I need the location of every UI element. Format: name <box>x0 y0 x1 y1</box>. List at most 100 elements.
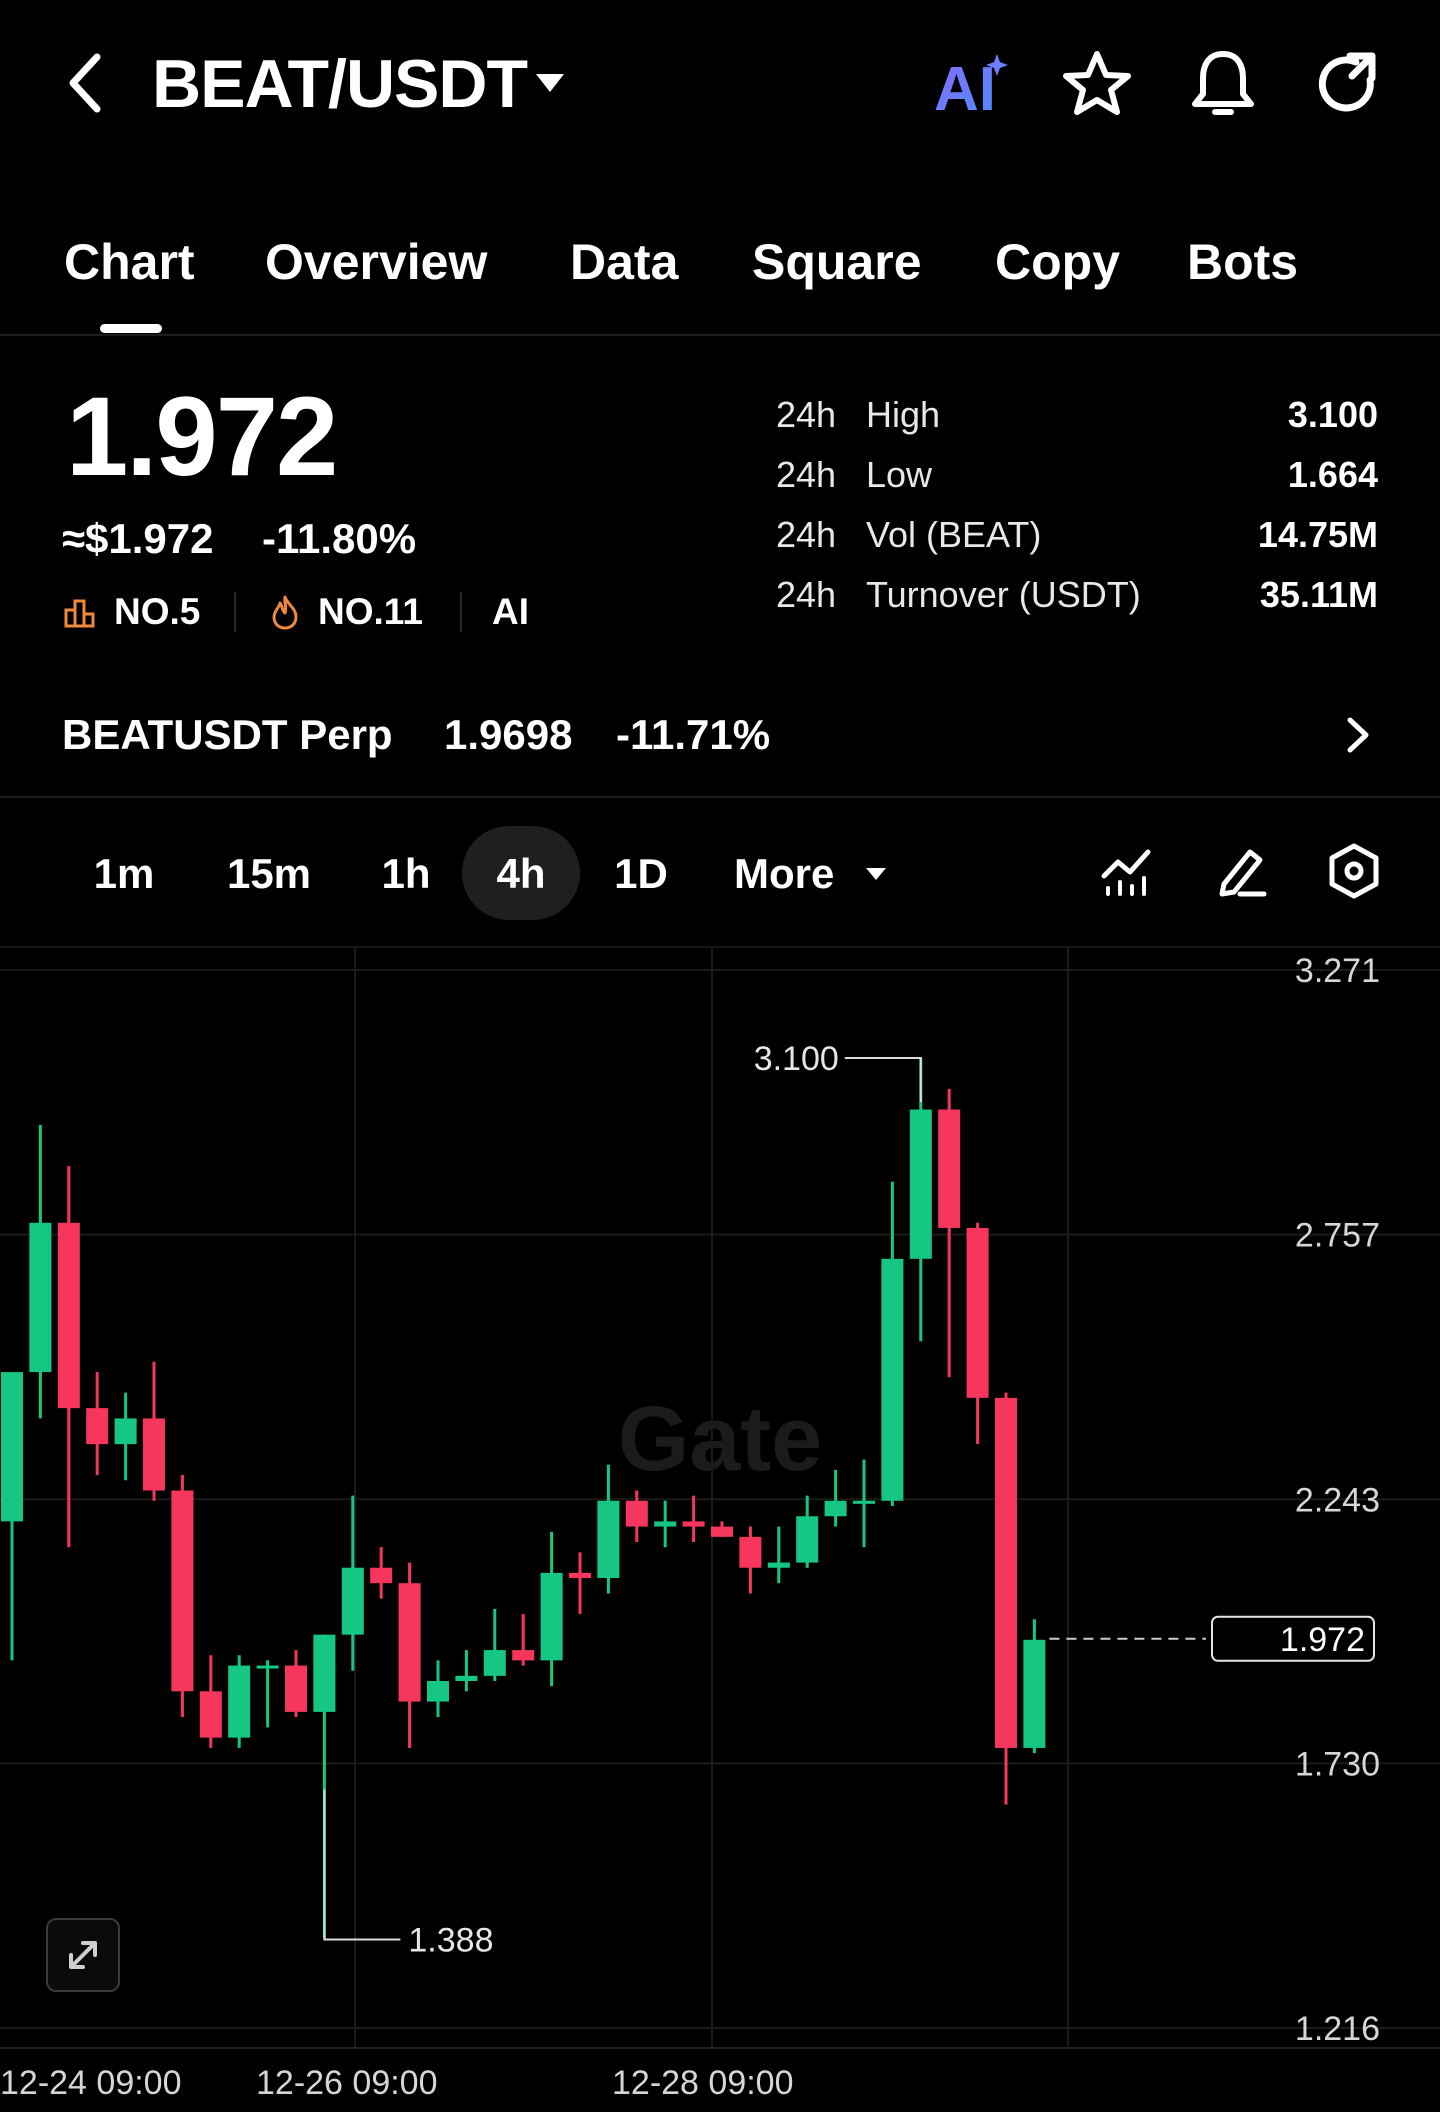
stat-label-volume: Vol (BEAT) <box>866 514 1042 555</box>
timeframe-4h[interactable]: 4h <box>466 848 576 900</box>
candle-body <box>285 1665 307 1712</box>
stat-label-low: Low <box>866 454 933 495</box>
candle-body <box>199 1691 222 1738</box>
candle-body <box>711 1526 733 1537</box>
candles <box>1 1058 1046 1939</box>
perp-row[interactable]: BEATUSDT Perp 1.9698 -11.71% <box>0 690 1440 782</box>
candle-body <box>1 1372 23 1522</box>
candle-body <box>29 1222 52 1373</box>
timeframe-1m[interactable]: 1m <box>72 848 176 900</box>
x-axis-label: 12-24 09:00 <box>0 2064 182 2102</box>
pair-dropdown-caret-icon[interactable] <box>534 72 566 99</box>
tag-separator <box>460 592 462 632</box>
ai-label: AI <box>934 55 996 118</box>
y-axis-label: 1.730 <box>1295 1745 1380 1783</box>
candle-body <box>995 1397 1017 1748</box>
hot-flame-icon <box>270 594 300 635</box>
stat-period: 24h <box>776 514 837 555</box>
active-tab-indicator <box>100 324 162 333</box>
y-axis-label: 2.243 <box>1295 1481 1380 1519</box>
share-icon[interactable] <box>1314 50 1382 123</box>
candle-body <box>228 1665 251 1738</box>
tab-bots[interactable]: Bots <box>1187 232 1298 292</box>
chart-grid <box>0 948 1440 2049</box>
perp-divider <box>0 796 1440 798</box>
price-alert-bell-icon[interactable] <box>1190 48 1256 125</box>
pair-title[interactable]: BEAT/USDT <box>152 44 528 124</box>
tab-overview[interactable]: Overview <box>265 232 487 292</box>
tab-square[interactable]: Square <box>752 232 922 292</box>
watermark: Gate <box>618 1388 823 1490</box>
tabs-divider <box>0 334 1440 336</box>
y-axis-labels: 3.271 2.757 2.243 1.730 1.216 <box>1295 952 1380 2048</box>
low-marker-line <box>323 1789 401 1941</box>
last-price-label: 1.972 <box>1280 1621 1365 1659</box>
ai-assistant-icon[interactable]: AI <box>934 52 1008 124</box>
candle-body <box>1023 1639 1046 1748</box>
timeframe-more[interactable]: More <box>734 848 834 900</box>
tab-chart[interactable]: Chart <box>64 232 195 292</box>
price-change-percent: -11.80% <box>262 515 417 562</box>
y-axis-label: 3.271 <box>1295 952 1380 990</box>
fullscreen-expand-icon[interactable] <box>46 1918 120 1992</box>
drawing-pen-icon[interactable] <box>1214 844 1270 905</box>
candle-body <box>483 1650 506 1676</box>
candle-body <box>540 1572 563 1661</box>
candle-body <box>682 1521 705 1527</box>
sector-tag[interactable]: AI <box>492 589 529 635</box>
stat-period: 24h <box>776 394 837 435</box>
candle-body <box>597 1500 620 1579</box>
more-caret-icon[interactable] <box>864 866 888 887</box>
candle-body <box>143 1418 165 1491</box>
rank-bar-icon <box>64 598 96 633</box>
x-axis-label: 12-28 09:00 <box>612 2064 794 2102</box>
candle-body <box>114 1418 137 1445</box>
stat-label-turnover: Turnover (USDT) <box>866 574 1141 615</box>
high-marker-line <box>844 1057 922 1103</box>
timeframe-1h[interactable]: 1h <box>362 848 450 900</box>
favorite-star-icon[interactable] <box>1062 50 1132 123</box>
candle-body <box>455 1675 478 1681</box>
stat-period: 24h <box>776 574 837 615</box>
timeframe-1d[interactable]: 1D <box>596 848 686 900</box>
candle-body <box>739 1536 762 1568</box>
candlestick-chart[interactable]: Gate 3.100 1.388 1.972 3.271 2.757 2.243 1.73… <box>0 948 1440 2112</box>
candle-body <box>370 1567 393 1584</box>
chevron-right-icon <box>1346 716 1370 759</box>
candle-body <box>341 1567 364 1635</box>
x-axis-labels: 12-24 09:00 12-26 09:00 12-28 09:00 <box>0 2064 794 2102</box>
candle-body <box>966 1227 989 1398</box>
candle-body <box>427 1680 449 1702</box>
timeframe-15m[interactable]: 15m <box>212 848 326 900</box>
y-axis-label: 1.216 <box>1295 2010 1380 2048</box>
candle-body <box>569 1572 591 1579</box>
candle-body <box>57 1222 80 1409</box>
usd-price: ≈$1.972 <box>62 515 214 562</box>
candle-body <box>824 1500 847 1517</box>
candle-body <box>171 1490 194 1692</box>
indicators-icon[interactable] <box>1100 846 1154 903</box>
candle-body <box>86 1408 109 1445</box>
stat-value-volume: 14.75M <box>1257 514 1378 555</box>
back-arrow-icon[interactable] <box>60 48 110 118</box>
candle-body <box>881 1258 904 1501</box>
candle-body <box>512 1650 535 1661</box>
chart-settings-icon[interactable] <box>1326 842 1382 905</box>
high-marker-label: 3.100 <box>754 1040 839 1078</box>
y-axis-label: 2.757 <box>1295 1217 1380 1255</box>
candle-body <box>938 1109 961 1228</box>
rank-separator <box>234 592 236 632</box>
candle-body <box>767 1562 790 1568</box>
candle-body <box>313 1634 336 1712</box>
candle-body <box>853 1500 875 1504</box>
candle-body <box>256 1665 279 1669</box>
candle-body <box>796 1516 819 1563</box>
stat-value-turnover: 35.11M <box>1259 574 1378 615</box>
rank-volume[interactable]: NO.5 <box>114 589 200 635</box>
tab-copy[interactable]: Copy <box>995 232 1120 292</box>
tab-data[interactable]: Data <box>570 232 678 292</box>
perp-name: BEATUSDT Perp <box>62 711 393 758</box>
stat-value-low: 1.664 <box>1287 454 1378 495</box>
rank-hot[interactable]: NO.11 <box>318 589 423 635</box>
candle-body <box>398 1583 421 1702</box>
